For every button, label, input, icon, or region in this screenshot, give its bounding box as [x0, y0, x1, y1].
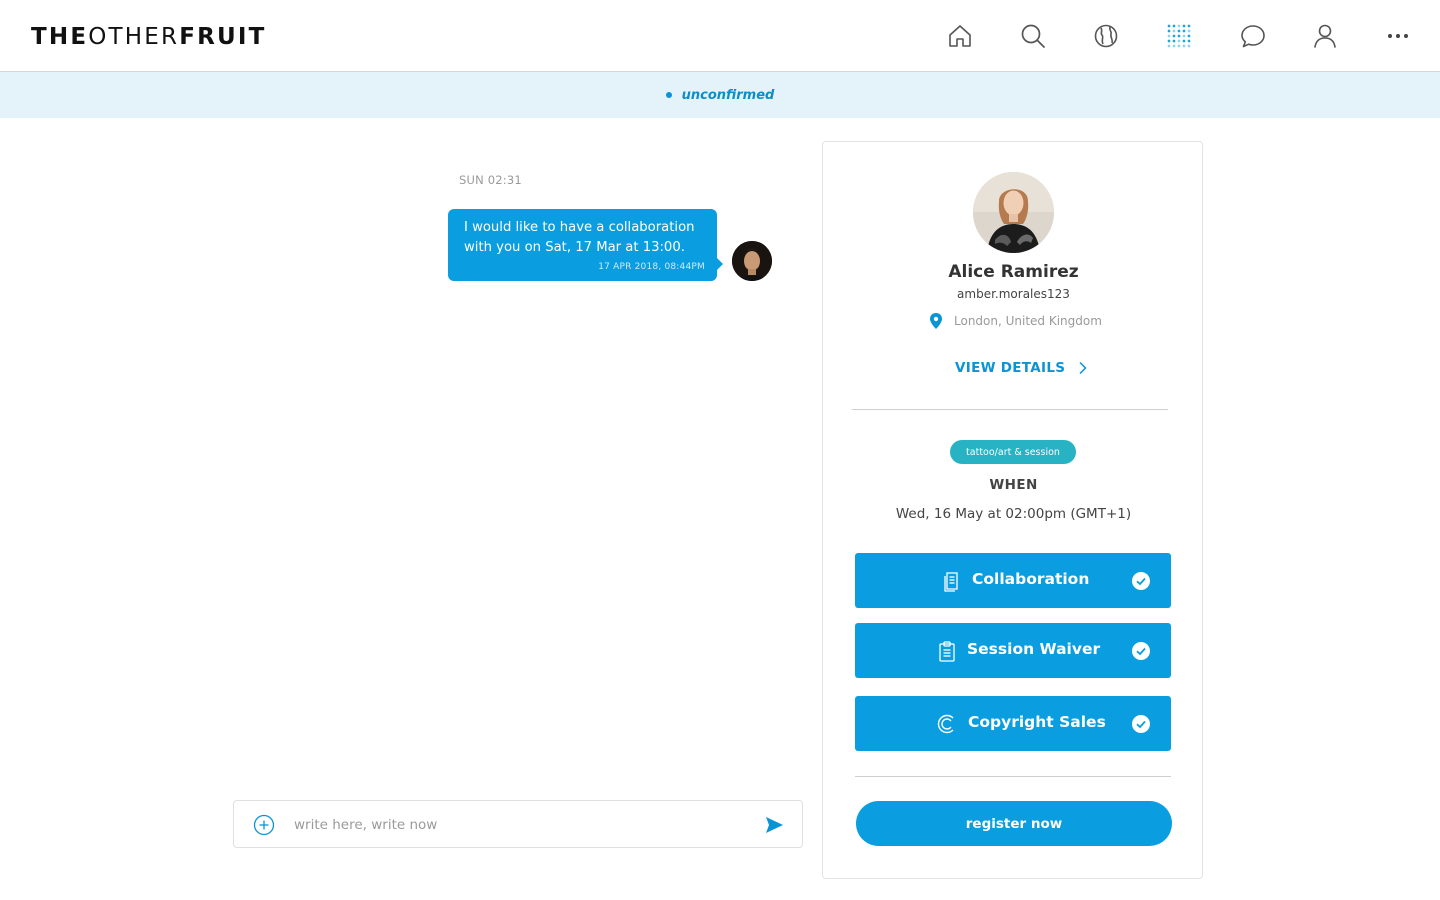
message-text: I would like to have a collaboration wit… — [464, 220, 695, 255]
location-text: London, United Kingdom — [954, 314, 1102, 328]
more-icon[interactable] — [1380, 18, 1416, 54]
profile-avatar[interactable] — [973, 172, 1054, 253]
session-waiver-button[interactable]: Session Waiver — [855, 623, 1171, 678]
booking-panel: Alice Ramirez amber.morales123 London, U… — [822, 141, 1203, 879]
logo-part-the: THE — [31, 24, 89, 50]
message-timestamp: 17 APR 2018, 08:44PM — [598, 262, 705, 272]
status-text: unconfirmed — [681, 87, 775, 103]
profile-name: Alice Ramirez — [948, 262, 1079, 282]
copyright-sales-button[interactable]: Copyright Sales — [855, 696, 1171, 751]
logo-part-fruit: FRUIT — [179, 24, 267, 50]
message-bubble[interactable]: I would like to have a collaboration wit… — [448, 209, 723, 281]
profile-handle: amber.morales123 — [957, 287, 1070, 301]
message-composer — [233, 800, 803, 848]
top-header: THEOTHERFRUIT — [0, 0, 1440, 72]
divider — [855, 776, 1171, 777]
view-details-label: VIEW DETAILS — [955, 360, 1066, 376]
search-icon[interactable] — [1015, 18, 1051, 54]
collaboration-button[interactable]: Collaboration — [855, 553, 1171, 608]
view-details-link[interactable]: VIEW DETAILS — [955, 360, 1088, 376]
message-input[interactable] — [294, 811, 744, 839]
clipboard-icon — [939, 641, 955, 662]
logo-part-other: OTHER — [88, 24, 180, 50]
home-icon[interactable] — [942, 18, 978, 54]
collaboration-label: Collaboration — [972, 570, 1090, 588]
logo[interactable]: THEOTHERFRUIT — [31, 24, 267, 50]
location-pin-icon — [930, 313, 942, 329]
copyright-icon — [937, 714, 954, 734]
chat-day-time: SUN 02:31 — [459, 173, 522, 187]
session-waiver-label: Session Waiver — [967, 640, 1101, 658]
globe-icon[interactable] — [1088, 18, 1124, 54]
divider — [852, 409, 1168, 410]
when-value: Wed, 16 May at 02:00pm (GMT+1) — [895, 506, 1132, 522]
sender-avatar[interactable] — [732, 241, 772, 281]
check-circle-icon — [1132, 715, 1150, 733]
chat-icon[interactable] — [1235, 18, 1271, 54]
copyright-sales-label: Copyright Sales — [968, 713, 1106, 731]
status-dot-icon — [665, 92, 672, 98]
booking-status-bar: unconfirmed — [0, 72, 1440, 118]
send-icon[interactable] — [764, 815, 784, 835]
document-icon — [944, 572, 958, 592]
register-now-button[interactable]: register now — [856, 801, 1172, 846]
check-circle-icon — [1132, 572, 1150, 590]
when-label: WHEN — [989, 477, 1038, 493]
chevron-right-icon — [1079, 361, 1087, 375]
user-icon[interactable] — [1307, 18, 1343, 54]
check-circle-icon — [1132, 642, 1150, 660]
profile-location: London, United Kingdom — [929, 313, 1102, 329]
grid-dots-icon[interactable] — [1161, 18, 1197, 54]
session-type-tag: tattoo/art & session — [950, 440, 1076, 464]
add-attachment-icon[interactable] — [253, 814, 275, 836]
